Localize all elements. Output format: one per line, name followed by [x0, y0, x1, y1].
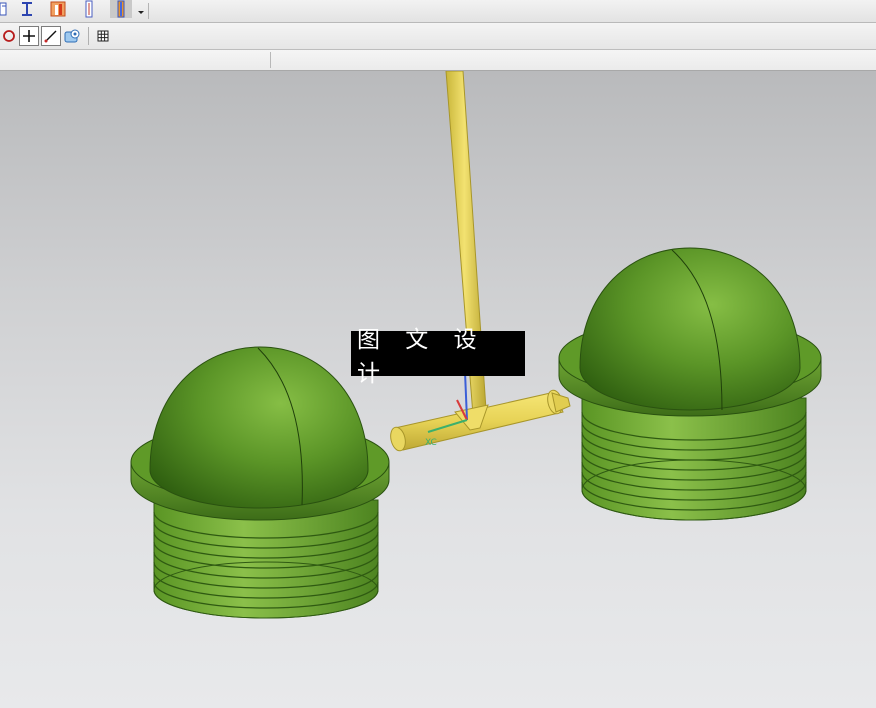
snap-view-icon[interactable] — [63, 26, 83, 46]
model-canvas: XC — [130, 71, 822, 619]
measure-tool-icon[interactable] — [82, 0, 96, 18]
point-snap-icon[interactable] — [19, 26, 39, 46]
i-beam-icon[interactable] — [18, 0, 36, 18]
status-divider — [270, 52, 271, 68]
toolbar-separator — [148, 3, 149, 19]
line-snap-icon[interactable] — [41, 26, 61, 46]
left-plug[interactable] — [130, 346, 390, 619]
grid-icon[interactable] — [93, 26, 113, 46]
edge-tool-icon[interactable] — [0, 0, 10, 18]
wcs-label: XC — [425, 438, 437, 448]
dropdown-arrow-icon[interactable] — [136, 0, 146, 18]
snap-toolbar — [0, 23, 876, 50]
toolbar-separator-2 — [88, 27, 89, 45]
paint-tool-icon[interactable] — [110, 0, 132, 18]
fill-color-icon[interactable] — [48, 0, 68, 18]
watermark-label: 图 文 设 计 — [351, 327, 525, 387]
main-toolbar — [0, 0, 876, 23]
right-plug[interactable] — [558, 247, 822, 521]
graphics-viewport[interactable]: XC — [0, 71, 876, 708]
status-bar — [0, 50, 876, 71]
circle-select-icon[interactable] — [0, 26, 20, 46]
